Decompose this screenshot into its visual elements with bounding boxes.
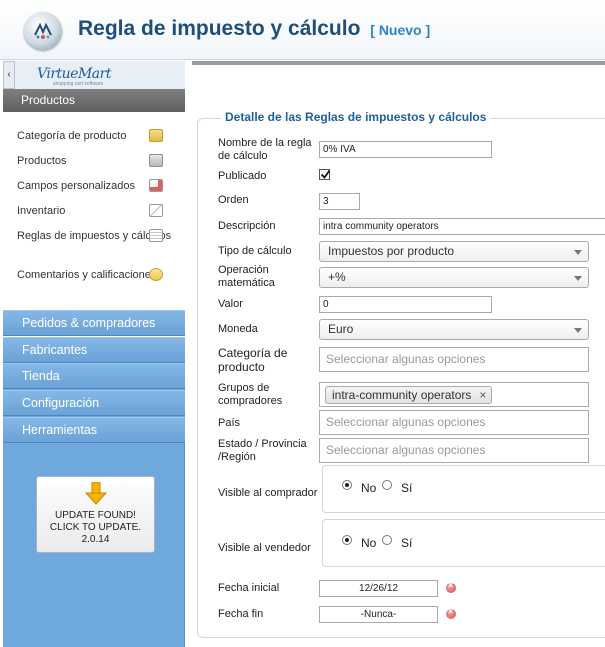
sidebar-item-product-category[interactable]: Categoría de producto [17,129,177,143]
sidebar-item-custom-fields[interactable]: Campos personalizados [17,179,177,193]
shopper-groups-multiselect[interactable]: intra-community operators × [319,382,589,407]
brand-logo-subtext: shopping cart software [53,81,104,87]
brand-logo-text: VirtueMart [37,66,111,82]
sidebar-item-inventory[interactable]: Inventario [17,204,177,218]
order-input[interactable]: 3 [319,193,360,210]
update-text: UPDATE FOUND! CLICK TO UPDATE. 2.0.14 [37,510,154,546]
visible-shopper-label: Visible al comprador [218,487,318,499]
sidebar-menu-manufacturers[interactable]: Fabricantes [3,337,185,363]
calc-type-label: Tipo de cálculo [218,245,292,257]
country-multiselect[interactable]: Seleccionar algunas opciones [319,410,589,435]
virtuemart-logo-icon [24,12,62,50]
page: Regla de impuesto y cálculo [ Nuevo ] ‹ … [0,0,605,647]
shopper-group-chip: intra-community operators × [325,386,493,404]
sidebar-item-products[interactable]: Productos [17,154,177,168]
shopper-group-chip-label: intra-community operators [332,388,472,402]
description-label: Descripción [218,220,276,232]
sidebar-item-label: Productos [17,155,67,167]
name-label: Nombre de la regla de cálculo [218,137,312,162]
end-date-input[interactable]: -Nunca- [319,606,438,623]
visible-vendor-no-radio[interactable] [342,535,352,545]
name-input[interactable]: 0% IVA [319,141,492,158]
visible-shopper-yes-label: Sí [401,481,413,495]
chip-close-icon[interactable]: × [479,387,486,403]
shopper-groups-label: Grupos de compradores [218,382,283,407]
value-label: Valor [218,298,243,310]
currency-select[interactable]: Euro [319,319,589,340]
clear-end-date-icon[interactable] [446,606,456,619]
page-title-tag: [ Nuevo ] [370,22,431,38]
published-checkbox[interactable] [319,169,331,180]
box-icon [149,154,163,167]
currency-value: Euro [328,322,354,336]
sidebar-brand: VirtueMart shopping cart software [15,61,185,89]
clear-start-date-icon[interactable] [446,580,456,593]
state-multiselect[interactable]: Seleccionar algunas opciones [319,438,589,463]
page-header: Regla de impuesto y cálculo [ Nuevo ] [0,0,605,60]
currency-label: Moneda [218,323,258,335]
custom-fields-icon [149,179,163,192]
sidebar-menu-tools[interactable]: Herramientas [3,417,185,443]
calculator-icon [149,229,163,242]
math-op-select[interactable]: +% [319,267,589,288]
update-line1: UPDATE FOUND! [55,510,136,521]
page-title: Regla de impuesto y cálculo [ Nuevo ] [78,17,430,41]
value-input[interactable]: 0 [319,296,492,313]
visible-shopper-yes-radio[interactable] [382,480,392,490]
download-arrow-icon [85,482,107,505]
calc-type-value: Impuestos por producto [328,244,455,258]
end-date-label: Fecha fin [218,608,264,620]
folder-icon [149,129,163,142]
order-label: Orden [218,194,249,206]
visible-shopper-no-radio[interactable] [342,480,352,490]
calc-type-select[interactable]: Impuestos por producto [319,241,589,262]
visible-vendor-yes-label: Sí [401,536,413,550]
published-label: Publicado [218,170,267,182]
visible-vendor-label: Visible al vendedor [218,542,311,554]
sidebar-item-label: Campos personalizados [17,180,136,192]
form-legend: Detalle de las Reglas de impuestos y cál… [221,110,491,124]
sidebar-menu-configuration[interactable]: Configuración [3,390,185,416]
sidebar-menu-store[interactable]: Tienda [3,363,185,389]
update-version: 2.0.14 [81,534,110,545]
sidebar-item-label: Categoría de producto [17,130,127,142]
sidebar-item-reviews[interactable]: Comentarios y calificaciones [17,268,177,282]
sidebar-item-label: Comentarios y calificaciones [17,269,157,281]
product-category-label: Categoría de producto [218,346,288,374]
math-op-value: +% [328,270,346,284]
country-label: País [218,417,241,429]
visible-vendor-no-label: No [361,536,377,550]
checkmark-icon [320,169,331,179]
state-label: Estado / Provincia /Región [218,438,307,463]
math-op-label: Operación matemática [218,264,275,289]
sidebar-item-label: Inventario [17,205,66,217]
start-date-input[interactable]: 12/26/12 [319,580,438,597]
sidebar-item-tax-rules[interactable]: Reglas de impuestos y cálculos [17,229,177,243]
chevron-down-icon [574,276,582,281]
visible-shopper-no-label: No [361,481,377,495]
speech-bubble-icon [149,268,163,281]
description-input[interactable]: intra community operators [319,218,605,235]
chevron-down-icon [574,328,582,333]
sidebar: ‹ VirtueMart shopping cart software Prod… [3,61,185,647]
sidebar-item-label: Reglas de impuestos y cálculos [17,230,172,242]
chart-icon [149,204,163,217]
sidebar-menu-orders[interactable]: Pedidos & compradores [3,310,185,336]
update-line2: CLICK TO UPDATE. [49,522,142,533]
visible-vendor-yes-radio[interactable] [382,535,392,545]
chevron-down-icon [574,250,582,255]
update-button[interactable]: UPDATE FOUND! CLICK TO UPDATE. 2.0.14 [36,476,155,553]
start-date-label: Fecha inicial [218,582,280,594]
sidebar-collapse-button[interactable]: ‹ [3,61,15,89]
product-category-multiselect[interactable]: Seleccionar algunas opciones [319,347,589,372]
page-title-text: Regla de impuesto y cálculo [78,17,361,40]
sidebar-section-productos[interactable]: Productos [3,89,185,112]
